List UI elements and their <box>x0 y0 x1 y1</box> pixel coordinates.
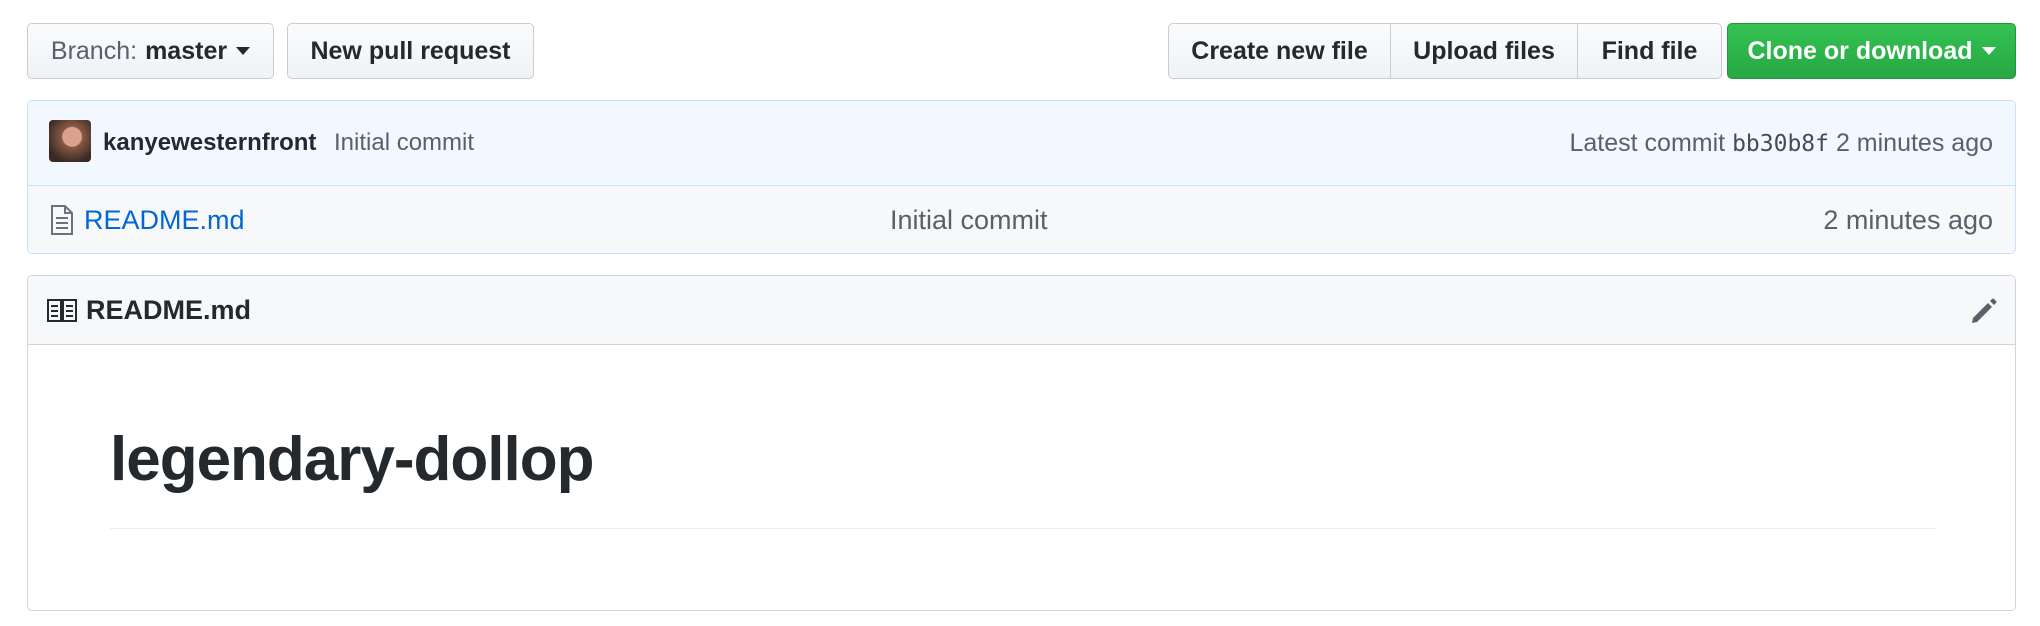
branch-select-button[interactable]: Branch: master <box>27 23 274 79</box>
chevron-down-icon <box>1981 47 1996 55</box>
file-age: 2 minutes ago <box>1823 205 1993 235</box>
heading-divider <box>110 528 1935 529</box>
pencil-icon[interactable] <box>1969 296 1999 326</box>
file-list: kanyewesternfront Initial commit Latest … <box>27 100 2016 254</box>
readme-panel: README.md legendary-dollop <box>27 275 2016 611</box>
latest-commit-bar: kanyewesternfront Initial commit Latest … <box>28 101 2015 186</box>
branch-name: master <box>145 36 228 65</box>
file-text-icon <box>51 205 73 235</box>
avatar[interactable] <box>49 120 91 162</box>
find-file-button[interactable]: Find file <box>1577 24 1721 78</box>
commit-author-link[interactable]: kanyewesternfront <box>103 129 316 157</box>
commit-age: 2 minutes ago <box>1835 129 1993 157</box>
table-row: README.md Initial commit 2 minutes ago <box>28 186 2015 253</box>
readme-header: README.md <box>28 276 2015 345</box>
file-actions-group: Create new file Upload files Find file <box>1168 23 1722 79</box>
readme-title: README.md <box>86 295 252 325</box>
readme-heading: legendary-dollop <box>110 425 594 494</box>
clone-label: Clone or download <box>1747 36 1973 65</box>
chevron-down-icon <box>236 47 251 55</box>
book-icon <box>47 299 77 322</box>
latest-commit-label: Latest commit <box>1569 129 1726 157</box>
file-name-link[interactable]: README.md <box>84 205 245 236</box>
clone-or-download-button[interactable]: Clone or download <box>1727 23 2016 79</box>
create-new-file-button[interactable]: Create new file <box>1169 24 1390 78</box>
file-commit-message-link[interactable]: Initial commit <box>890 205 1048 236</box>
branch-label: Branch: <box>50 36 138 65</box>
commit-message-link[interactable]: Initial commit <box>334 129 474 157</box>
latest-commit-info: Latest commit bb30b8f 2 minutes ago <box>1570 129 1994 158</box>
commit-sha-link[interactable]: bb30b8f <box>1732 131 1829 157</box>
new-pull-request-button[interactable]: New pull request <box>287 23 534 79</box>
upload-files-button[interactable]: Upload files <box>1390 24 1577 78</box>
